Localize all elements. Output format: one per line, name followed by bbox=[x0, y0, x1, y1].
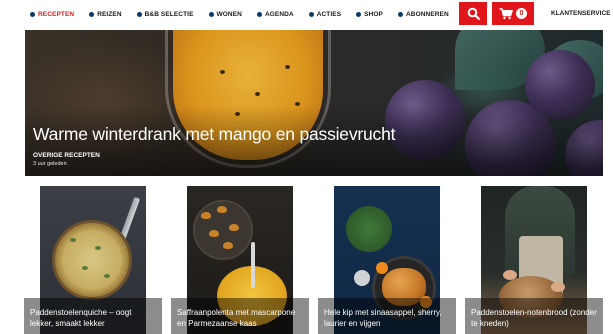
nav-item-acties[interactable]: ACTIES bbox=[308, 10, 342, 18]
nav-item-wonen[interactable]: WONEN bbox=[208, 10, 242, 18]
bullet-icon bbox=[256, 11, 262, 17]
article-card[interactable]: Saffraanpolenta met mascarpone en Parmez… bbox=[171, 186, 309, 334]
nav-item-reizen[interactable]: REIZEN bbox=[89, 10, 122, 18]
card-title[interactable]: Paddenstoelenquiche – oogt lekker, smaak… bbox=[30, 308, 156, 329]
nav-item-label: AGENDA bbox=[264, 10, 294, 18]
nav-item-bb-selectie[interactable]: B&B SELECTIE bbox=[136, 10, 194, 18]
mushroom bbox=[209, 230, 219, 237]
cart-icon bbox=[499, 7, 513, 19]
article-card[interactable]: Hele kip met sinaasappel, sherry, laurie… bbox=[318, 186, 456, 334]
bullet-icon bbox=[30, 11, 35, 17]
salad bbox=[346, 206, 392, 252]
seed bbox=[285, 65, 290, 69]
card-title[interactable]: Hele kip met sinaasappel, sherry, laurie… bbox=[324, 308, 450, 329]
bowl bbox=[354, 270, 370, 286]
nav-item-label: SHOP bbox=[364, 10, 383, 18]
bullet-icon bbox=[89, 11, 95, 17]
bullet-icon bbox=[308, 11, 314, 17]
nav-item-label: RECEPTEN bbox=[38, 10, 75, 18]
nav-item-recepten[interactable]: RECEPTEN bbox=[30, 11, 74, 18]
orange bbox=[376, 262, 388, 274]
top-navigation: RECEPTEN REIZEN B&B SELECTIE WONEN AGEND… bbox=[0, 0, 613, 28]
mushroom bbox=[223, 242, 233, 249]
nav-item-agenda[interactable]: AGENDA bbox=[256, 10, 294, 18]
customer-service-link[interactable]: KLANTENSERVICE bbox=[551, 10, 610, 17]
spoon bbox=[251, 242, 255, 288]
mushroom bbox=[229, 224, 239, 231]
search-icon bbox=[467, 7, 480, 20]
mushroom bbox=[201, 212, 211, 219]
card-title[interactable]: Saffraanpolenta met mascarpone en Parmez… bbox=[177, 308, 303, 329]
article-card[interactable]: Paddenstoelen-notenbrood (zonder te kned… bbox=[465, 186, 603, 334]
search-button[interactable] bbox=[459, 2, 487, 25]
nav-item-label: WONEN bbox=[216, 10, 242, 18]
bullet-icon bbox=[136, 11, 142, 17]
hero-timestamp: 3 uur geleden bbox=[33, 161, 67, 167]
bullet-icon bbox=[208, 11, 214, 17]
nav-item-label: REIZEN bbox=[97, 10, 122, 18]
nav-item-shop[interactable]: SHOP bbox=[356, 11, 383, 18]
nav-item-label: B&B SELECTIE bbox=[144, 10, 194, 18]
cart-count-badge: 0 bbox=[516, 8, 527, 19]
hero-article[interactable]: Warme winterdrank met mango en passievru… bbox=[25, 30, 603, 176]
herb bbox=[95, 246, 101, 250]
card-title[interactable]: Paddenstoelen-notenbrood (zonder te kned… bbox=[471, 308, 597, 329]
herb bbox=[82, 266, 88, 270]
article-card[interactable]: Paddenstoelenquiche – oogt lekker, smaak… bbox=[24, 186, 162, 334]
hero-category[interactable]: OVERIGE RECEPTEN bbox=[33, 152, 100, 159]
nav-item-label: ABONNEREN bbox=[405, 10, 449, 18]
cart-button[interactable]: 0 bbox=[492, 2, 534, 25]
seed bbox=[220, 70, 225, 74]
quiche bbox=[52, 220, 132, 300]
herb bbox=[70, 238, 76, 242]
hand bbox=[551, 282, 565, 292]
nav-item-label: ACTIES bbox=[316, 10, 342, 18]
bullet-icon bbox=[356, 11, 362, 17]
hand bbox=[503, 270, 517, 280]
hero-title[interactable]: Warme winterdrank met mango en passievru… bbox=[33, 124, 395, 145]
bullet-icon bbox=[397, 11, 403, 17]
mushroom bbox=[217, 206, 227, 213]
seed bbox=[255, 92, 260, 96]
nav-item-abonneren[interactable]: ABONNEREN bbox=[397, 10, 449, 18]
main-menu: RECEPTEN REIZEN B&B SELECTIE WONEN AGEND… bbox=[30, 0, 464, 28]
herb bbox=[104, 274, 110, 278]
